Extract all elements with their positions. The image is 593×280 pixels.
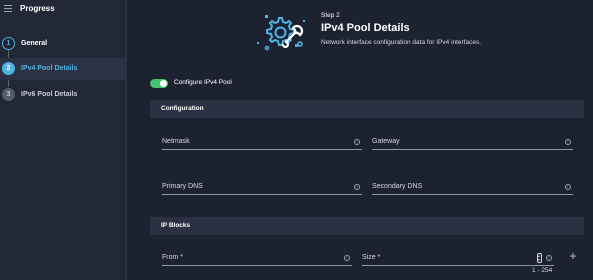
step-ipv6-pool-details[interactable]: 3 IPv6 Pool Details (0, 84, 127, 106)
progress-sidebar: Progress 1 General 2 IPv4 Pool Details 3… (0, 0, 127, 280)
step-number: 3 (2, 88, 15, 101)
configure-ipv4-toggle-row: Configure IPv4 Pool (150, 78, 300, 90)
info-icon[interactable]: i (565, 139, 571, 145)
stepper-icon[interactable] (537, 253, 542, 263)
toggle-knob (160, 80, 167, 87)
step-general[interactable]: 1 General (0, 33, 127, 55)
page-title: IPv4 Pool Details (321, 22, 410, 34)
ip-blocks-section-header: IP Blocks (150, 217, 584, 235)
info-icon[interactable]: i (565, 184, 571, 190)
sidebar-header: Progress (0, 0, 127, 22)
step-kicker: Step 2 (321, 12, 340, 19)
info-icon[interactable]: i (354, 184, 360, 190)
secondary-dns-field[interactable]: Secondary DNS i (372, 181, 573, 195)
size-field[interactable]: Size * i (362, 252, 554, 266)
hamburger-icon[interactable] (4, 5, 12, 12)
primary-dns-field[interactable]: Primary DNS i (162, 181, 362, 195)
field-label: Size * (362, 254, 381, 261)
main-panel: Step 2 IPv4 Pool Details Network interfa… (128, 0, 593, 280)
step-label: General (21, 40, 48, 47)
info-icon[interactable]: i (354, 139, 360, 145)
page-description: Network interface configuration data for… (321, 39, 482, 46)
sidebar-title: Progress (20, 4, 55, 13)
info-icon[interactable]: i (344, 255, 350, 261)
step-number: 1 (2, 37, 15, 50)
field-label: Secondary DNS (372, 183, 423, 190)
field-label: Primary DNS (162, 183, 203, 190)
from-field[interactable]: From * i (162, 252, 352, 266)
toggle-label: Configure IPv4 Pool (174, 79, 232, 86)
step-label: IPv6 Pool Details (21, 91, 78, 98)
field-label: Netmask (162, 138, 190, 145)
field-label: From * (162, 254, 183, 261)
step-ipv4-pool-details[interactable]: 2 IPv4 Pool Details (0, 58, 127, 80)
step-number: 2 (2, 62, 15, 75)
section-title: Configuration (161, 105, 204, 112)
configuration-section-header: Configuration (150, 100, 584, 118)
size-range-hint: 1 - 254 (532, 267, 553, 274)
netmask-field[interactable]: Netmask i (162, 136, 362, 150)
gateway-field[interactable]: Gateway i (372, 136, 573, 150)
gear-wrench-icon (257, 15, 305, 51)
info-icon[interactable]: i (546, 255, 552, 261)
configure-ipv4-toggle[interactable] (150, 79, 168, 88)
step-label: IPv4 Pool Details (21, 65, 78, 72)
field-label: Gateway (372, 138, 400, 145)
section-title: IP Blocks (161, 222, 191, 229)
plus-icon[interactable]: + (568, 250, 578, 262)
